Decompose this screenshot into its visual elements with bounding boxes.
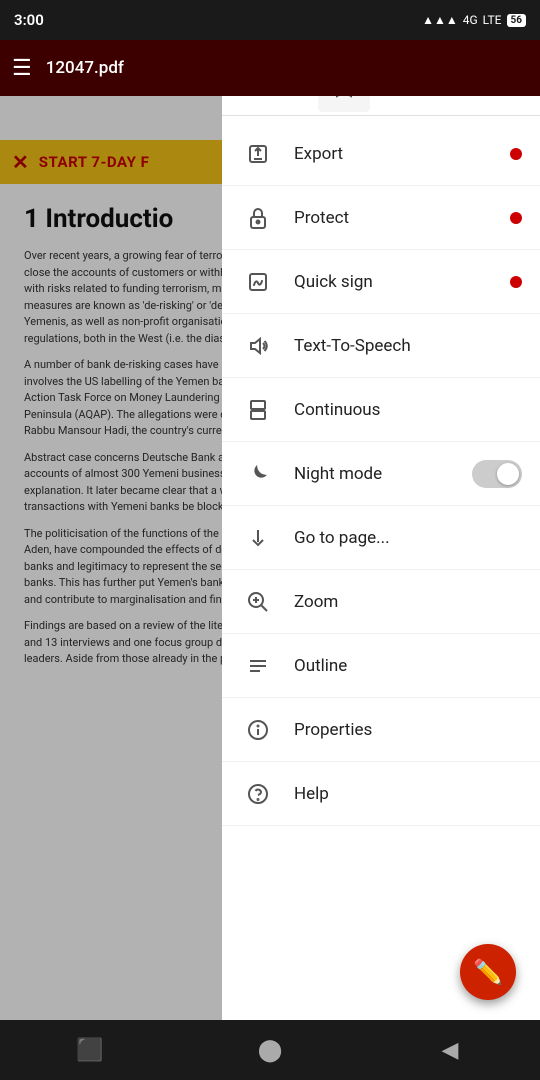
fab-edit-button[interactable]: ✏️ (460, 944, 516, 1000)
quicksign-label: Quick sign (294, 272, 510, 292)
protect-label: Protect (294, 208, 510, 228)
nav-home-button[interactable]: ⬤ (240, 1030, 300, 1070)
status-icons: ▲▲▲ 4G LTE 56 (422, 13, 526, 27)
hamburger-menu-icon[interactable]: ☰ (12, 56, 32, 81)
continuous-label: Continuous (294, 400, 522, 420)
moon-icon (246, 462, 270, 486)
menu-item-outline[interactable]: Outline (222, 634, 540, 698)
menu-item-continuous[interactable]: Continuous (222, 378, 540, 442)
signal-icon: ▲▲▲ (422, 13, 458, 27)
nightmode-toggle-switch[interactable] (472, 460, 522, 488)
zoom-icon-wrap (240, 584, 276, 620)
tts-label: Text-To-Speech (294, 336, 522, 356)
help-icon (246, 782, 270, 806)
nightmode-icon-wrap (240, 456, 276, 492)
back-arrow-icon: ◀ (442, 1038, 459, 1063)
zoom-icon (246, 590, 270, 614)
protect-badge (510, 212, 522, 224)
menu-item-nightmode[interactable]: Night mode (222, 442, 540, 506)
menu-item-quicksign[interactable]: Quick sign (222, 250, 540, 314)
document-title: 12047.pdf (46, 58, 528, 78)
export-badge (510, 148, 522, 160)
toggle-knob (497, 463, 519, 485)
bottom-nav: ⬛ ⬤ ◀ (0, 1020, 540, 1080)
menu-item-export[interactable]: Export (222, 122, 540, 186)
menu-item-properties[interactable]: Properties (222, 698, 540, 762)
dropdown-panel: Export Protect (222, 56, 540, 1040)
properties-label: Properties (294, 720, 522, 740)
quicksign-badge (510, 276, 522, 288)
lte-icon: LTE (483, 13, 502, 27)
gotopage-icon (246, 526, 270, 550)
menu-list: Export Protect (222, 116, 540, 1040)
export-icon-wrap (240, 136, 276, 172)
left-dim[interactable] (0, 56, 222, 1040)
outline-label: Outline (294, 656, 522, 676)
status-time: 3:00 (14, 11, 44, 29)
battery-indicator: 56 (507, 14, 526, 27)
help-label: Help (294, 784, 522, 804)
network-type: 4G (463, 13, 478, 27)
gotopage-icon-wrap (240, 520, 276, 556)
outline-icon-wrap (240, 648, 276, 684)
quicksign-icon-wrap (240, 264, 276, 300)
edit-icon: ✏️ (473, 958, 503, 986)
top-nav: ☰ 12047.pdf (0, 40, 540, 96)
export-label: Export (294, 144, 510, 164)
properties-icon-wrap (240, 712, 276, 748)
continuous-icon (246, 398, 270, 422)
continuous-icon-wrap (240, 392, 276, 428)
menu-item-tts[interactable]: Text-To-Speech (222, 314, 540, 378)
home-circle-icon: ⬤ (258, 1038, 283, 1063)
menu-item-zoom[interactable]: Zoom (222, 570, 540, 634)
export-icon (246, 142, 270, 166)
status-bar: 3:00 ▲▲▲ 4G LTE 56 (0, 0, 540, 40)
outline-icon (246, 654, 270, 678)
menu-item-gotopage[interactable]: Go to page... (222, 506, 540, 570)
zoom-label: Zoom (294, 592, 522, 612)
dropdown-overlay: Export Protect (0, 56, 540, 1040)
sign-icon (246, 270, 270, 294)
stop-icon: ⬛ (76, 1038, 103, 1063)
protect-icon-wrap (240, 200, 276, 236)
help-icon-wrap (240, 776, 276, 812)
gotopage-label: Go to page... (294, 528, 522, 548)
nav-back-button[interactable]: ◀ (420, 1030, 480, 1070)
nightmode-label: Night mode (294, 464, 472, 484)
speaker-icon (246, 334, 270, 358)
nav-stop-button[interactable]: ⬛ (60, 1030, 120, 1070)
lock-icon (246, 206, 270, 230)
nightmode-toggle[interactable] (472, 460, 522, 488)
info-icon (246, 718, 270, 742)
tts-icon-wrap (240, 328, 276, 364)
menu-item-protect[interactable]: Protect (222, 186, 540, 250)
menu-item-help[interactable]: Help (222, 762, 540, 826)
